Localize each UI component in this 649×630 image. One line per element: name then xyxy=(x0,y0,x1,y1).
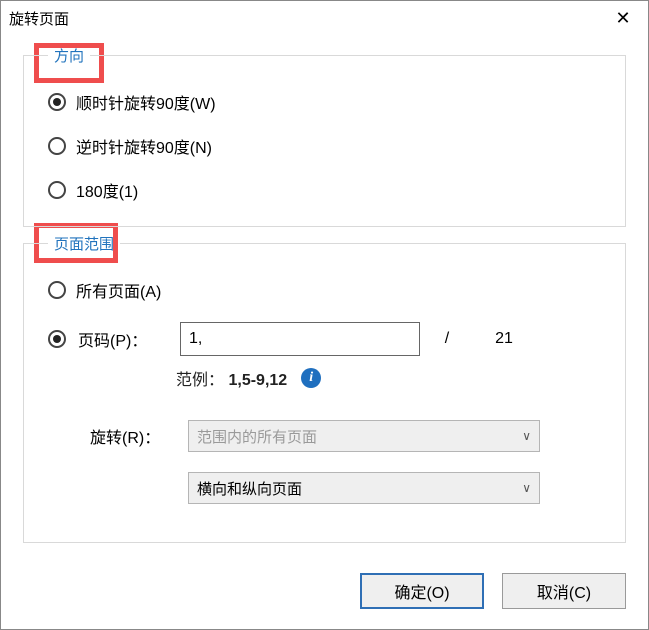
orientation-select-value: 横向和纵向页面 xyxy=(197,478,302,499)
radio-row-cw90[interactable]: 顺时针旋转90度(W) xyxy=(48,90,607,114)
direction-group: 方向 顺时针旋转90度(W) 逆时针旋转90度(N) 180度(1) xyxy=(23,45,626,227)
direction-legend: 方向 xyxy=(48,45,90,66)
radio-pages[interactable] xyxy=(48,330,66,348)
close-icon: ✕ xyxy=(615,8,630,29)
example-row: 范例： 1,5-9,12 i xyxy=(176,366,607,390)
radio-row-180[interactable]: 180度(1) xyxy=(48,178,607,202)
dialog-content: 方向 顺时针旋转90度(W) 逆时针旋转90度(N) 180度(1) 页面范围 … xyxy=(1,35,648,569)
rotate-pages-dialog: 旋转页面 ✕ 方向 顺时针旋转90度(W) 逆时针旋转90度(N) 180度(1… xyxy=(0,0,649,630)
example-label: 范例： 1,5-9,12 xyxy=(176,366,287,390)
radio-ccw90[interactable] xyxy=(48,137,66,155)
radio-180[interactable] xyxy=(48,181,66,199)
radio-cw90[interactable] xyxy=(48,93,66,111)
orientation-select-row: 横向和纵向页面 ∨ xyxy=(90,472,607,504)
radio-label-all: 所有页面(A) xyxy=(76,278,161,302)
radio-label-ccw90: 逆时针旋转90度(N) xyxy=(76,134,212,158)
orientation-select[interactable]: 横向和纵向页面 ∨ xyxy=(188,472,540,504)
titlebar: 旋转页面 ✕ xyxy=(1,1,648,35)
page-input[interactable] xyxy=(180,322,420,356)
ok-button[interactable]: 确定(O) xyxy=(360,573,484,609)
radio-label-pages: 页码(P)： xyxy=(78,327,168,351)
page-slash: / xyxy=(432,330,462,348)
radio-row-ccw90[interactable]: 逆时针旋转90度(N) xyxy=(48,134,607,158)
cancel-button[interactable]: 取消(C) xyxy=(502,573,626,609)
rotate-select-value: 范围内的所有页面 xyxy=(197,426,317,447)
info-icon[interactable]: i xyxy=(301,368,321,388)
rotate-select-row: 旋转(R)： 范围内的所有页面 ∨ xyxy=(90,420,607,452)
close-button[interactable]: ✕ xyxy=(602,3,644,33)
dialog-title: 旋转页面 xyxy=(9,8,69,29)
rotate-select-label: 旋转(R)： xyxy=(90,424,170,448)
range-group: 页面范围 所有页面(A) 页码(P)： / 21 范例： 1,5-9,12 i xyxy=(23,233,626,543)
radio-row-pages: 页码(P)： / 21 xyxy=(48,322,607,356)
chevron-down-icon: ∨ xyxy=(522,481,531,495)
chevron-down-icon: ∨ xyxy=(522,429,531,443)
radio-label-cw90: 顺时针旋转90度(W) xyxy=(76,90,216,114)
radio-all-pages[interactable] xyxy=(48,281,66,299)
range-legend: 页面范围 xyxy=(48,233,120,254)
page-total: 21 xyxy=(474,330,534,348)
radio-row-all[interactable]: 所有页面(A) xyxy=(48,278,607,302)
radio-label-180: 180度(1) xyxy=(76,178,138,202)
button-row: 确定(O) 取消(C) xyxy=(360,573,626,609)
rotate-select[interactable]: 范围内的所有页面 ∨ xyxy=(188,420,540,452)
